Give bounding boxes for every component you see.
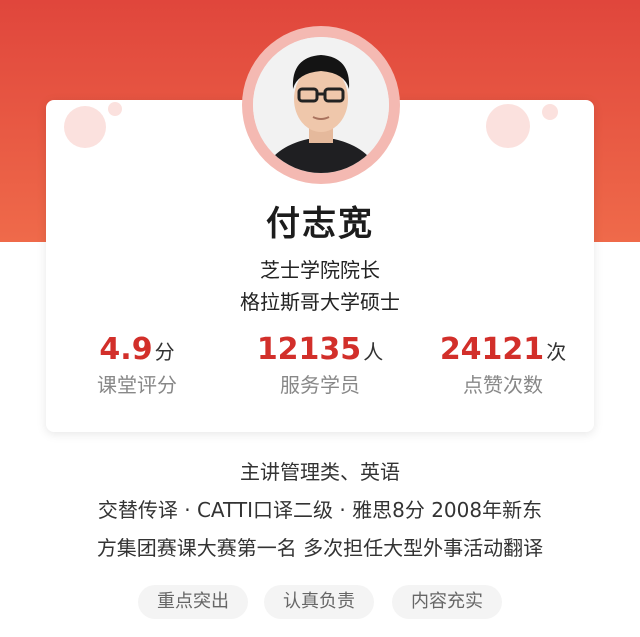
- stat-unit: 分: [154, 340, 175, 364]
- tag-highlight[interactable]: 重点突出: [138, 585, 248, 619]
- stat-unit: 次: [546, 340, 567, 364]
- description-subjects: 主讲管理类、英语: [240, 460, 400, 484]
- stat-students: 12135 人 服务学员: [230, 332, 410, 398]
- stat-value: 24121: [439, 332, 545, 367]
- teacher-position: 芝士学院院长: [260, 258, 380, 282]
- avatar[interactable]: [253, 37, 389, 173]
- description-achievements: 方集团赛课大赛第一名 多次担任大型外事活动翻译: [96, 536, 544, 560]
- decorative-bubble: [108, 102, 122, 116]
- stat-likes: 24121 次 点赞次数: [413, 332, 593, 398]
- stat-unit: 人: [363, 340, 384, 364]
- stat-rating: 4.9 分 课堂评分: [47, 332, 227, 398]
- tag-responsible[interactable]: 认真负责: [264, 585, 374, 619]
- tag-rich-content[interactable]: 内容充实: [392, 585, 502, 619]
- stat-value: 4.9: [99, 332, 153, 367]
- description-credentials: 交替传译 · CATTI口译二级 · 雅思8分 2008年新东: [97, 498, 543, 522]
- stat-label: 服务学员: [280, 373, 360, 397]
- stat-label: 课堂评分: [97, 373, 177, 397]
- teacher-name: 付志宽: [266, 204, 374, 244]
- decorative-bubble: [542, 104, 558, 120]
- decorative-bubble: [64, 106, 106, 148]
- decorative-bubble: [486, 104, 530, 148]
- stat-label: 点赞次数: [463, 373, 543, 397]
- teacher-education: 格拉斯哥大学硕士: [240, 290, 400, 314]
- avatar-portrait-icon: [253, 37, 389, 173]
- stat-value: 12135: [256, 332, 362, 367]
- avatar-frame: [242, 26, 400, 184]
